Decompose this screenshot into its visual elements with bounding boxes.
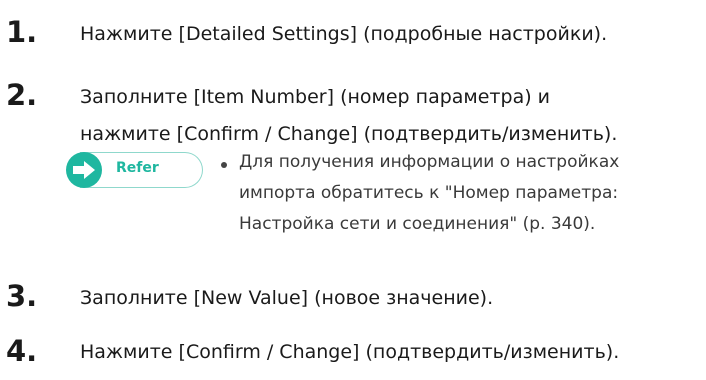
step-number: 2.: [6, 78, 38, 112]
step-number: 3.: [6, 279, 38, 313]
step-number: 4.: [6, 334, 38, 368]
note-line: Настройка сети и соединения" (р. 340).: [239, 214, 596, 234]
step-line: Заполните [Item Number] (номер параметра…: [80, 86, 551, 108]
arrow-right-icon: [73, 161, 95, 179]
bullet-dot: [221, 162, 227, 168]
refer-badge: [66, 152, 102, 188]
refer-label: Refer: [116, 160, 159, 176]
step-text: Заполните [Item Number] (номер параметра…: [80, 79, 617, 153]
note-line: Для получения информации о настройках: [239, 152, 620, 172]
refer-callout: Refer: [66, 152, 204, 188]
step-text: Нажмите [Confirm / Change] (подтвердить/…: [80, 334, 619, 371]
step-line: Нажмите [Confirm / Change] (подтвердить/…: [80, 341, 620, 363]
step-text: Нажмите [Detailed Settings] (подробные н…: [80, 16, 607, 53]
step-line: Нажмите [Detailed Settings] (подробные н…: [80, 23, 608, 45]
refer-note-text: Для получения информации о настройках им…: [239, 147, 699, 240]
step-number: 1.: [6, 15, 38, 49]
note-line: импорта обратитесь к "Номер параметра:: [239, 183, 619, 203]
step-text: Заполните [New Value] (новое значение).: [80, 280, 493, 317]
step-line: Заполните [New Value] (новое значение).: [80, 287, 494, 309]
